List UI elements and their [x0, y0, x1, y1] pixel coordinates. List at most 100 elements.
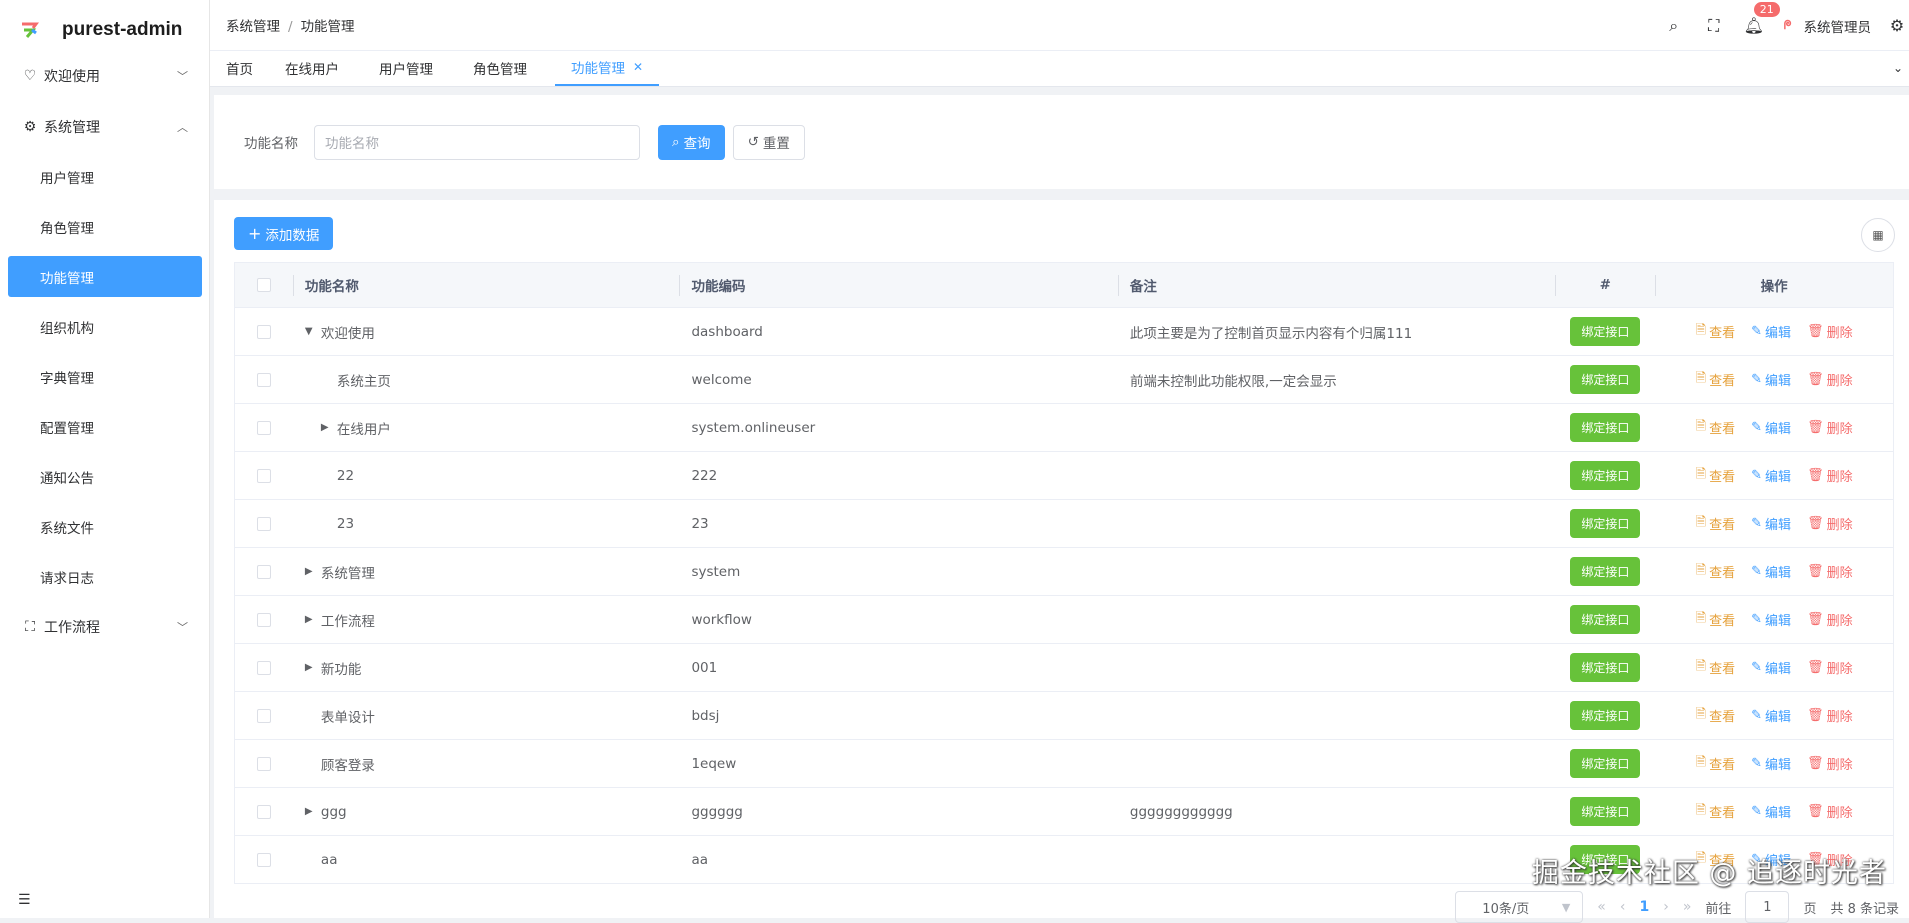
expand-arrow-icon[interactable]: ▶	[305, 566, 321, 577]
page-number[interactable]: 1	[1639, 899, 1649, 915]
view-button[interactable]: 🗎︎ 查看	[1696, 753, 1735, 775]
bind-api-button[interactable]: 绑定接口	[1570, 653, 1641, 682]
sidebar-item[interactable]: 配置管理	[8, 406, 202, 447]
collapse-sidebar-icon[interactable]: ☰	[18, 892, 31, 908]
column-settings-icon[interactable]: ▦	[1861, 218, 1895, 252]
prev-page-icon[interactable]: ‹	[1620, 899, 1626, 915]
delete-button[interactable]: 🗑︎ 删除	[1807, 562, 1853, 581]
sidebar-item[interactable]: 通知公告	[8, 456, 202, 497]
row-checkbox[interactable]	[256, 516, 271, 531]
tab-users[interactable]: 用户管理	[355, 50, 457, 86]
bind-api-button[interactable]: 绑定接口	[1570, 701, 1641, 730]
edit-button[interactable]: ✎ 编辑	[1751, 322, 1791, 341]
bind-api-button[interactable]: 绑定接口	[1570, 317, 1641, 346]
expand-arrow-icon[interactable]: ▶	[305, 614, 321, 625]
search-icon[interactable]: ⌕	[1654, 16, 1694, 36]
sidebar-item[interactable]: 角色管理	[8, 206, 202, 247]
tab-online-users[interactable]: 在线用户	[269, 50, 355, 86]
bind-api-button[interactable]: 绑定接口	[1570, 605, 1641, 634]
view-button[interactable]: 🗎︎ 查看	[1696, 465, 1735, 487]
delete-button[interactable]: 🗑︎ 删除	[1807, 322, 1853, 341]
expand-arrow-icon[interactable]: ▶	[321, 422, 337, 433]
tab-roles[interactable]: 角色管理	[457, 50, 543, 86]
fullscreen-icon[interactable]: ⛶	[1694, 16, 1734, 36]
row-checkbox[interactable]	[256, 660, 271, 675]
edit-button[interactable]: ✎ 编辑	[1751, 658, 1791, 677]
delete-button[interactable]: 🗑︎ 删除	[1807, 466, 1853, 485]
edit-button[interactable]: ✎ 编辑	[1751, 418, 1791, 437]
row-checkbox[interactable]	[256, 756, 271, 771]
bind-api-button[interactable]: 绑定接口	[1570, 365, 1641, 394]
edit-button[interactable]: ✎ 编辑	[1751, 610, 1791, 629]
row-checkbox[interactable]	[256, 420, 271, 435]
row-checkbox[interactable]	[256, 564, 271, 579]
bind-api-button[interactable]: 绑定接口	[1570, 413, 1641, 442]
view-button[interactable]: 🗎︎ 查看	[1696, 705, 1735, 727]
row-checkbox[interactable]	[256, 804, 271, 819]
sidebar-item[interactable]: 功能管理	[8, 256, 202, 297]
view-button[interactable]: 🗎︎ 查看	[1696, 369, 1735, 391]
next-page-icon[interactable]: ›	[1663, 899, 1669, 915]
edit-button[interactable]: ✎ 编辑	[1751, 514, 1791, 533]
add-data-button[interactable]: + 添加数据	[234, 217, 334, 250]
delete-button[interactable]: 🗑︎ 删除	[1807, 658, 1853, 677]
reset-button[interactable]: ↺ 重置	[732, 124, 805, 160]
delete-button[interactable]: 🗑︎ 删除	[1807, 802, 1853, 821]
sidebar-item[interactable]: 字典管理	[8, 356, 202, 397]
edit-button[interactable]: ✎ 编辑	[1751, 802, 1791, 821]
delete-button[interactable]: 🗑︎ 删除	[1807, 418, 1853, 437]
bell-icon[interactable]: 🔔︎ 21	[1734, 2, 1780, 35]
bind-api-button[interactable]: 绑定接口	[1570, 797, 1641, 826]
first-page-icon[interactable]: «	[1597, 899, 1606, 915]
query-button[interactable]: ⌕ 查询	[658, 124, 725, 160]
tab-functions[interactable]: 功能管理 ✕	[555, 50, 660, 86]
function-name-input[interactable]: 功能名称	[314, 124, 640, 160]
sidebar-item[interactable]: 组织机构	[8, 306, 202, 347]
last-page-icon[interactable]: »	[1683, 899, 1692, 915]
delete-button[interactable]: 🗑︎ 删除	[1807, 370, 1853, 389]
sidebar-item[interactable]: 系统文件	[8, 506, 202, 547]
edit-button[interactable]: ✎ 编辑	[1751, 370, 1791, 389]
menu-workflow[interactable]: ⛶ 工作流程 ﹀	[0, 605, 210, 649]
row-checkbox[interactable]	[256, 708, 271, 723]
row-checkbox[interactable]	[256, 324, 271, 339]
row-checkbox[interactable]	[256, 612, 271, 627]
tab-home[interactable]: 首页	[210, 50, 269, 86]
page-size-select[interactable]: 10条/页 ▼	[1455, 891, 1584, 923]
row-checkbox[interactable]	[256, 468, 271, 483]
expand-arrow-icon[interactable]: ▶	[305, 662, 321, 673]
sidebar-item[interactable]: 请求日志	[8, 556, 202, 597]
select-all-checkbox[interactable]	[256, 278, 271, 292]
bind-api-button[interactable]: 绑定接口	[1570, 749, 1641, 778]
expand-arrow-icon[interactable]: ▶	[305, 806, 321, 817]
view-button[interactable]: 🗎︎ 查看	[1696, 561, 1735, 583]
breadcrumb-item[interactable]: 系统管理	[226, 19, 280, 35]
chevron-down-icon[interactable]: ⌄	[1893, 61, 1903, 75]
delete-button[interactable]: 🗑︎ 删除	[1807, 514, 1853, 533]
view-button[interactable]: 🗎︎ 查看	[1696, 417, 1735, 439]
settings-icon[interactable]: ⚙	[1885, 16, 1909, 35]
menu-welcome[interactable]: ♡ 欢迎使用 ﹀	[0, 54, 210, 98]
view-button[interactable]: 🗎︎ 查看	[1696, 801, 1735, 823]
edit-button[interactable]: ✎ 编辑	[1751, 466, 1791, 485]
delete-button[interactable]: 🗑︎ 删除	[1807, 754, 1853, 773]
view-button[interactable]: 🗎︎ 查看	[1696, 321, 1735, 343]
delete-button[interactable]: 🗑︎ 删除	[1807, 610, 1853, 629]
edit-button[interactable]: ✎ 编辑	[1751, 706, 1791, 725]
delete-button[interactable]: 🗑︎ 删除	[1807, 706, 1853, 725]
menu-system[interactable]: ⚙ 系统管理 ︿	[0, 105, 210, 149]
view-button[interactable]: 🗎︎ 查看	[1696, 609, 1735, 631]
edit-button[interactable]: ✎ 编辑	[1751, 754, 1791, 773]
logo[interactable]: purest-admin	[0, 0, 209, 60]
sidebar-item[interactable]: 用户管理	[8, 156, 202, 197]
bind-api-button[interactable]: 绑定接口	[1570, 509, 1641, 538]
view-button[interactable]: 🗎︎ 查看	[1696, 513, 1735, 535]
goto-page-input[interactable]: 1	[1745, 891, 1790, 923]
close-icon[interactable]: ✕	[633, 60, 643, 74]
row-checkbox[interactable]	[256, 372, 271, 387]
edit-button[interactable]: ✎ 编辑	[1751, 562, 1791, 581]
view-button[interactable]: 🗎︎ 查看	[1696, 657, 1735, 679]
bind-api-button[interactable]: 绑定接口	[1570, 557, 1641, 586]
expand-arrow-icon[interactable]: ▼	[305, 326, 321, 337]
user-menu[interactable]: ᖘ 系统管理员	[1784, 16, 1871, 36]
